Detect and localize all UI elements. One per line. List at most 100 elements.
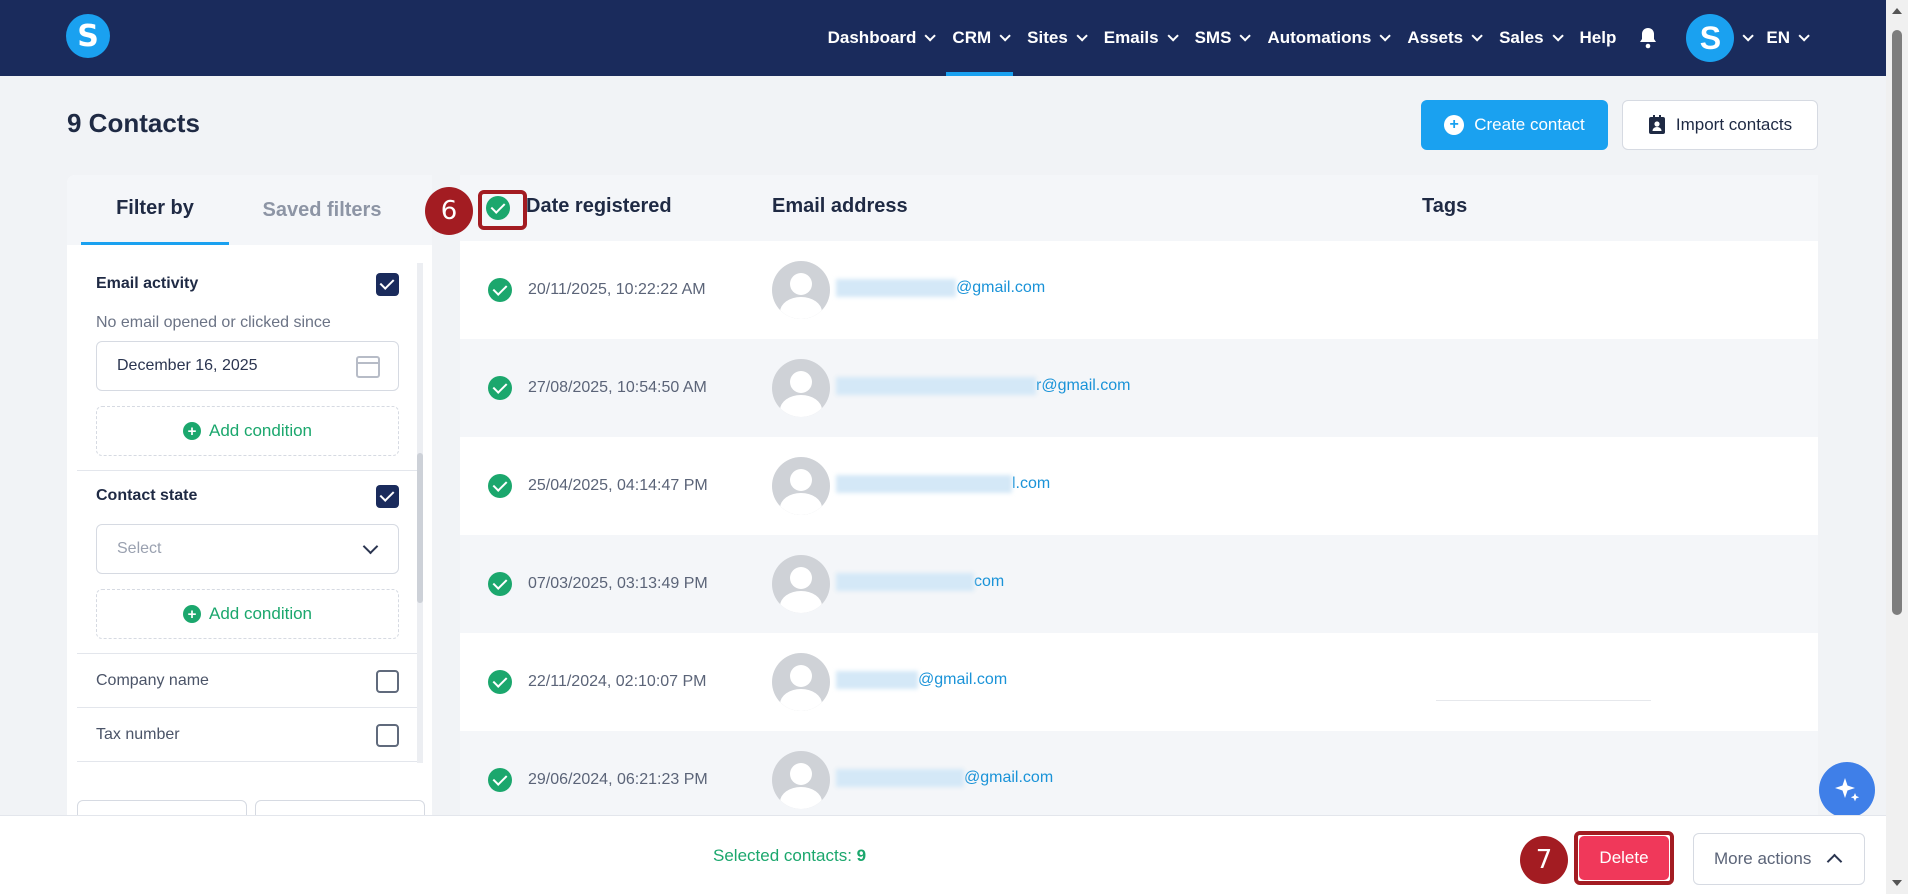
table-row[interactable]: 29/06/2024, 06:21:23 PM @gmail.com bbox=[460, 731, 1818, 815]
nav-item-crm[interactable]: CRM bbox=[942, 0, 1017, 76]
avatar bbox=[772, 359, 830, 417]
nav-label: Sites bbox=[1027, 28, 1068, 47]
date-field[interactable]: December 16, 2025 bbox=[96, 341, 399, 391]
import-contacts-label: Import contacts bbox=[1675, 115, 1793, 134]
column-email-address[interactable]: Email address bbox=[772, 195, 908, 218]
add-condition-button[interactable]: + Add condition bbox=[96, 406, 399, 456]
scrollbar-thumb[interactable] bbox=[1892, 30, 1902, 615]
nav-item-help[interactable]: Help bbox=[1570, 0, 1627, 76]
scroll-up-icon[interactable] bbox=[1892, 8, 1902, 14]
page-title: 9 Contacts bbox=[67, 108, 200, 138]
contact-state-checkbox[interactable] bbox=[376, 485, 399, 508]
tax-number-label: Tax number bbox=[96, 726, 180, 743]
table-row[interactable]: 07/03/2025, 03:13:49 PM com bbox=[460, 535, 1818, 633]
language-selector[interactable]: EN bbox=[1756, 0, 1816, 76]
scroll-down-icon[interactable] bbox=[1892, 880, 1902, 886]
nav-item-emails[interactable]: Emails bbox=[1094, 0, 1185, 76]
email-text: com bbox=[974, 573, 1005, 590]
avatar bbox=[772, 555, 830, 613]
contacts-table: Date registered Email address Tags 20/11… bbox=[460, 175, 1818, 815]
email-text: l.com bbox=[1012, 475, 1051, 492]
column-tags[interactable]: Tags bbox=[1422, 195, 1467, 218]
avatar bbox=[772, 751, 830, 809]
add-condition-button[interactable]: + Add condition bbox=[96, 589, 399, 639]
email-cell[interactable]: com bbox=[836, 573, 1004, 591]
nav-item-assets[interactable]: Assets bbox=[1397, 0, 1489, 76]
row-checkbox[interactable] bbox=[488, 474, 512, 498]
nav-label: Sales bbox=[1499, 28, 1544, 47]
table-row[interactable]: 27/08/2025, 10:54:50 AM r@gmail.com bbox=[460, 339, 1818, 437]
calendar-icon[interactable] bbox=[356, 356, 380, 378]
chevron-down-icon bbox=[1379, 30, 1392, 42]
chevron-down-icon bbox=[362, 538, 379, 555]
plus-circle-icon: + bbox=[182, 605, 201, 623]
email-cell[interactable]: @gmail.com bbox=[836, 279, 1045, 297]
row-checkbox[interactable] bbox=[488, 376, 512, 400]
table-row[interactable]: 22/11/2024, 02:10:07 PM @gmail.com bbox=[460, 633, 1818, 731]
language-label: EN bbox=[1766, 28, 1790, 47]
row-checkbox[interactable] bbox=[488, 768, 512, 792]
contact-card-icon bbox=[1648, 115, 1665, 134]
company-name-checkbox[interactable] bbox=[376, 670, 399, 693]
more-actions-button[interactable]: More actions bbox=[1693, 833, 1865, 885]
email-text: @gmail.com bbox=[964, 769, 1054, 786]
logo[interactable]: S bbox=[66, 14, 110, 58]
email-cell[interactable]: l.com bbox=[836, 475, 1050, 493]
nav-label: CRM bbox=[952, 28, 992, 47]
nav-item-automations[interactable]: Automations bbox=[1257, 0, 1397, 76]
filter-action-button[interactable] bbox=[77, 800, 247, 815]
selected-contacts-text: Selected contacts: 9 bbox=[713, 846, 866, 866]
email-text: r@gmail.com bbox=[1036, 377, 1131, 394]
table-row[interactable]: 25/04/2025, 04:14:47 PM l.com bbox=[460, 437, 1818, 535]
email-cell[interactable]: @gmail.com bbox=[836, 671, 1007, 689]
step-badge-6: 6 bbox=[425, 187, 473, 235]
user-menu[interactable]: S bbox=[1670, 0, 1756, 76]
row-checkbox[interactable] bbox=[488, 670, 512, 694]
filter-scrollbar-thumb[interactable] bbox=[417, 453, 423, 603]
page-scrollbar[interactable] bbox=[1886, 0, 1908, 894]
filter-action-button[interactable] bbox=[255, 800, 425, 815]
table-row[interactable]: 20/11/2025, 10:22:22 AM @gmail.com bbox=[460, 241, 1818, 339]
nav-label: Dashboard bbox=[827, 28, 917, 47]
nav-menu: Dashboard CRM Sites Emails SMS Automatio… bbox=[818, 0, 1816, 76]
email-activity-checkbox[interactable] bbox=[376, 273, 399, 296]
chevron-down-icon bbox=[1076, 30, 1088, 42]
more-actions-label: More actions bbox=[1714, 849, 1812, 868]
select-placeholder: Select bbox=[117, 540, 162, 557]
highlight-delete bbox=[1574, 831, 1674, 885]
nav-item-dashboard[interactable]: Dashboard bbox=[818, 0, 943, 76]
divider bbox=[77, 470, 417, 471]
create-contact-button[interactable]: + Create contact bbox=[1421, 100, 1608, 150]
bell-icon[interactable] bbox=[1636, 0, 1660, 76]
chevron-down-icon bbox=[924, 30, 937, 42]
sparkle-icon[interactable] bbox=[1819, 762, 1875, 818]
user-avatar: S bbox=[1686, 14, 1735, 62]
table-header: Date registered Email address Tags bbox=[460, 175, 1818, 241]
avatar bbox=[772, 261, 830, 319]
date-cell: 25/04/2025, 04:14:47 PM bbox=[528, 477, 708, 494]
tab-saved-filters[interactable]: Saved filters bbox=[237, 175, 407, 245]
filter-scrollbar[interactable] bbox=[417, 263, 423, 763]
highlight-select-all bbox=[478, 190, 527, 230]
chevron-down-icon bbox=[1167, 30, 1179, 42]
plus-circle-icon: + bbox=[182, 422, 201, 440]
nav-item-sites[interactable]: Sites bbox=[1017, 0, 1094, 76]
import-contacts-button[interactable]: Import contacts bbox=[1622, 100, 1818, 150]
tab-filter-by[interactable]: Filter by bbox=[81, 175, 229, 245]
nav-item-sms[interactable]: SMS bbox=[1185, 0, 1258, 76]
contact-state-select[interactable]: Select bbox=[96, 524, 399, 574]
email-text: @gmail.com bbox=[956, 279, 1046, 296]
tax-number-checkbox[interactable] bbox=[376, 724, 399, 747]
email-cell[interactable]: @gmail.com bbox=[836, 769, 1053, 787]
row-checkbox[interactable] bbox=[488, 278, 512, 302]
chevron-down-icon bbox=[1471, 30, 1483, 42]
column-date-registered[interactable]: Date registered bbox=[526, 195, 672, 218]
top-nav: S Dashboard CRM Sites Emails SMS Automat… bbox=[0, 0, 1886, 76]
company-name-label: Company name bbox=[96, 672, 209, 689]
nav-label: Automations bbox=[1267, 28, 1372, 47]
contact-state-title: Contact state bbox=[96, 487, 198, 504]
row-checkbox[interactable] bbox=[488, 572, 512, 596]
nav-item-sales[interactable]: Sales bbox=[1489, 0, 1569, 76]
email-cell[interactable]: r@gmail.com bbox=[836, 377, 1130, 395]
nav-label: Assets bbox=[1407, 28, 1464, 47]
